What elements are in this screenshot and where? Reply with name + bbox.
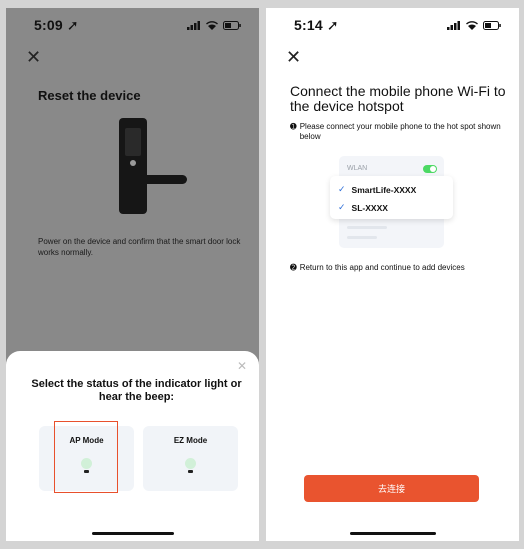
network-name: SmartLife-XXXX (351, 184, 417, 195)
toggle-knob (430, 166, 436, 172)
reset-instructions: Power on the device and confirm that the… (38, 237, 241, 257)
wlan-toggle (423, 165, 437, 173)
ez-mode-label: EZ Mode (173, 436, 208, 445)
page-title: Connect the mobile phone Wi-Fi to the de… (290, 83, 506, 114)
page-title: Reset the device (38, 88, 141, 103)
step-2-text: Return to this app and continue to add d… (299, 263, 465, 272)
network-list: ✓ SmartLife-XXXX ✓ SL-XXXX (330, 176, 453, 219)
connect-button[interactable]: 去连接 (304, 475, 479, 502)
time-text: 5:09 (34, 16, 63, 33)
left-phone-screen: 5:09 ➚ ✕ Reset the device Power on the d… (6, 8, 259, 541)
lock-keypad (125, 128, 141, 156)
step-2-number: ➋ (290, 263, 297, 272)
status-bar: 5:14 ➚ (266, 8, 519, 42)
mode-selection-sheet: ✕ Select the status of the indicator lig… (6, 351, 259, 541)
indicator-light-base (188, 470, 193, 473)
step-2: ➋ Return to this app and continue to add… (290, 263, 510, 273)
status-time: 5:09 ➚ (34, 17, 79, 34)
step-1: ➊ Please connect your mobile phone to th… (290, 122, 510, 142)
wifi-icon (206, 20, 218, 30)
right-phone-screen: 5:14 ➚ ✕ Connect the mobile phone Wi-Fi … (266, 8, 519, 541)
placeholder-line (347, 236, 377, 239)
step-1-text: Please connect your mobile phone to the … (299, 122, 501, 141)
network-name: SL-XXXX (351, 202, 388, 213)
time-text: 5:14 (294, 16, 323, 33)
network-item: ✓ SmartLife-XXXX (338, 184, 416, 195)
step-1-number: ➊ (290, 122, 297, 131)
home-indicator (92, 532, 174, 535)
wlan-label: WLAN (347, 165, 368, 172)
status-icons (447, 20, 501, 30)
ez-mode-option[interactable]: EZ Mode (143, 426, 238, 491)
check-icon: ✓ (338, 184, 346, 194)
network-item: ✓ SL-XXXX (338, 202, 388, 213)
door-lock-illustration (119, 118, 189, 214)
sheet-close-icon[interactable]: ✕ (237, 359, 247, 373)
sheet-title: Select the status of the indicator light… (31, 378, 242, 403)
home-indicator (350, 532, 436, 535)
lock-indicator (130, 160, 136, 166)
selection-highlight (54, 421, 118, 493)
placeholder-line (347, 226, 387, 229)
status-time: 5:14 ➚ (294, 17, 339, 34)
close-icon[interactable]: ✕ (26, 48, 41, 66)
signal-icon (447, 20, 460, 30)
wifi-icon (466, 20, 478, 30)
location-arrow-icon: ➚ (66, 16, 79, 33)
battery-icon (223, 20, 241, 30)
status-bar: 5:09 ➚ (6, 8, 259, 42)
indicator-light-icon (185, 458, 196, 469)
lock-handle (139, 175, 187, 184)
battery-icon (483, 20, 501, 30)
close-icon[interactable]: ✕ (286, 48, 301, 66)
check-icon: ✓ (338, 202, 346, 212)
location-arrow-icon: ➚ (326, 16, 339, 33)
signal-icon (187, 20, 200, 30)
status-icons (187, 20, 241, 30)
